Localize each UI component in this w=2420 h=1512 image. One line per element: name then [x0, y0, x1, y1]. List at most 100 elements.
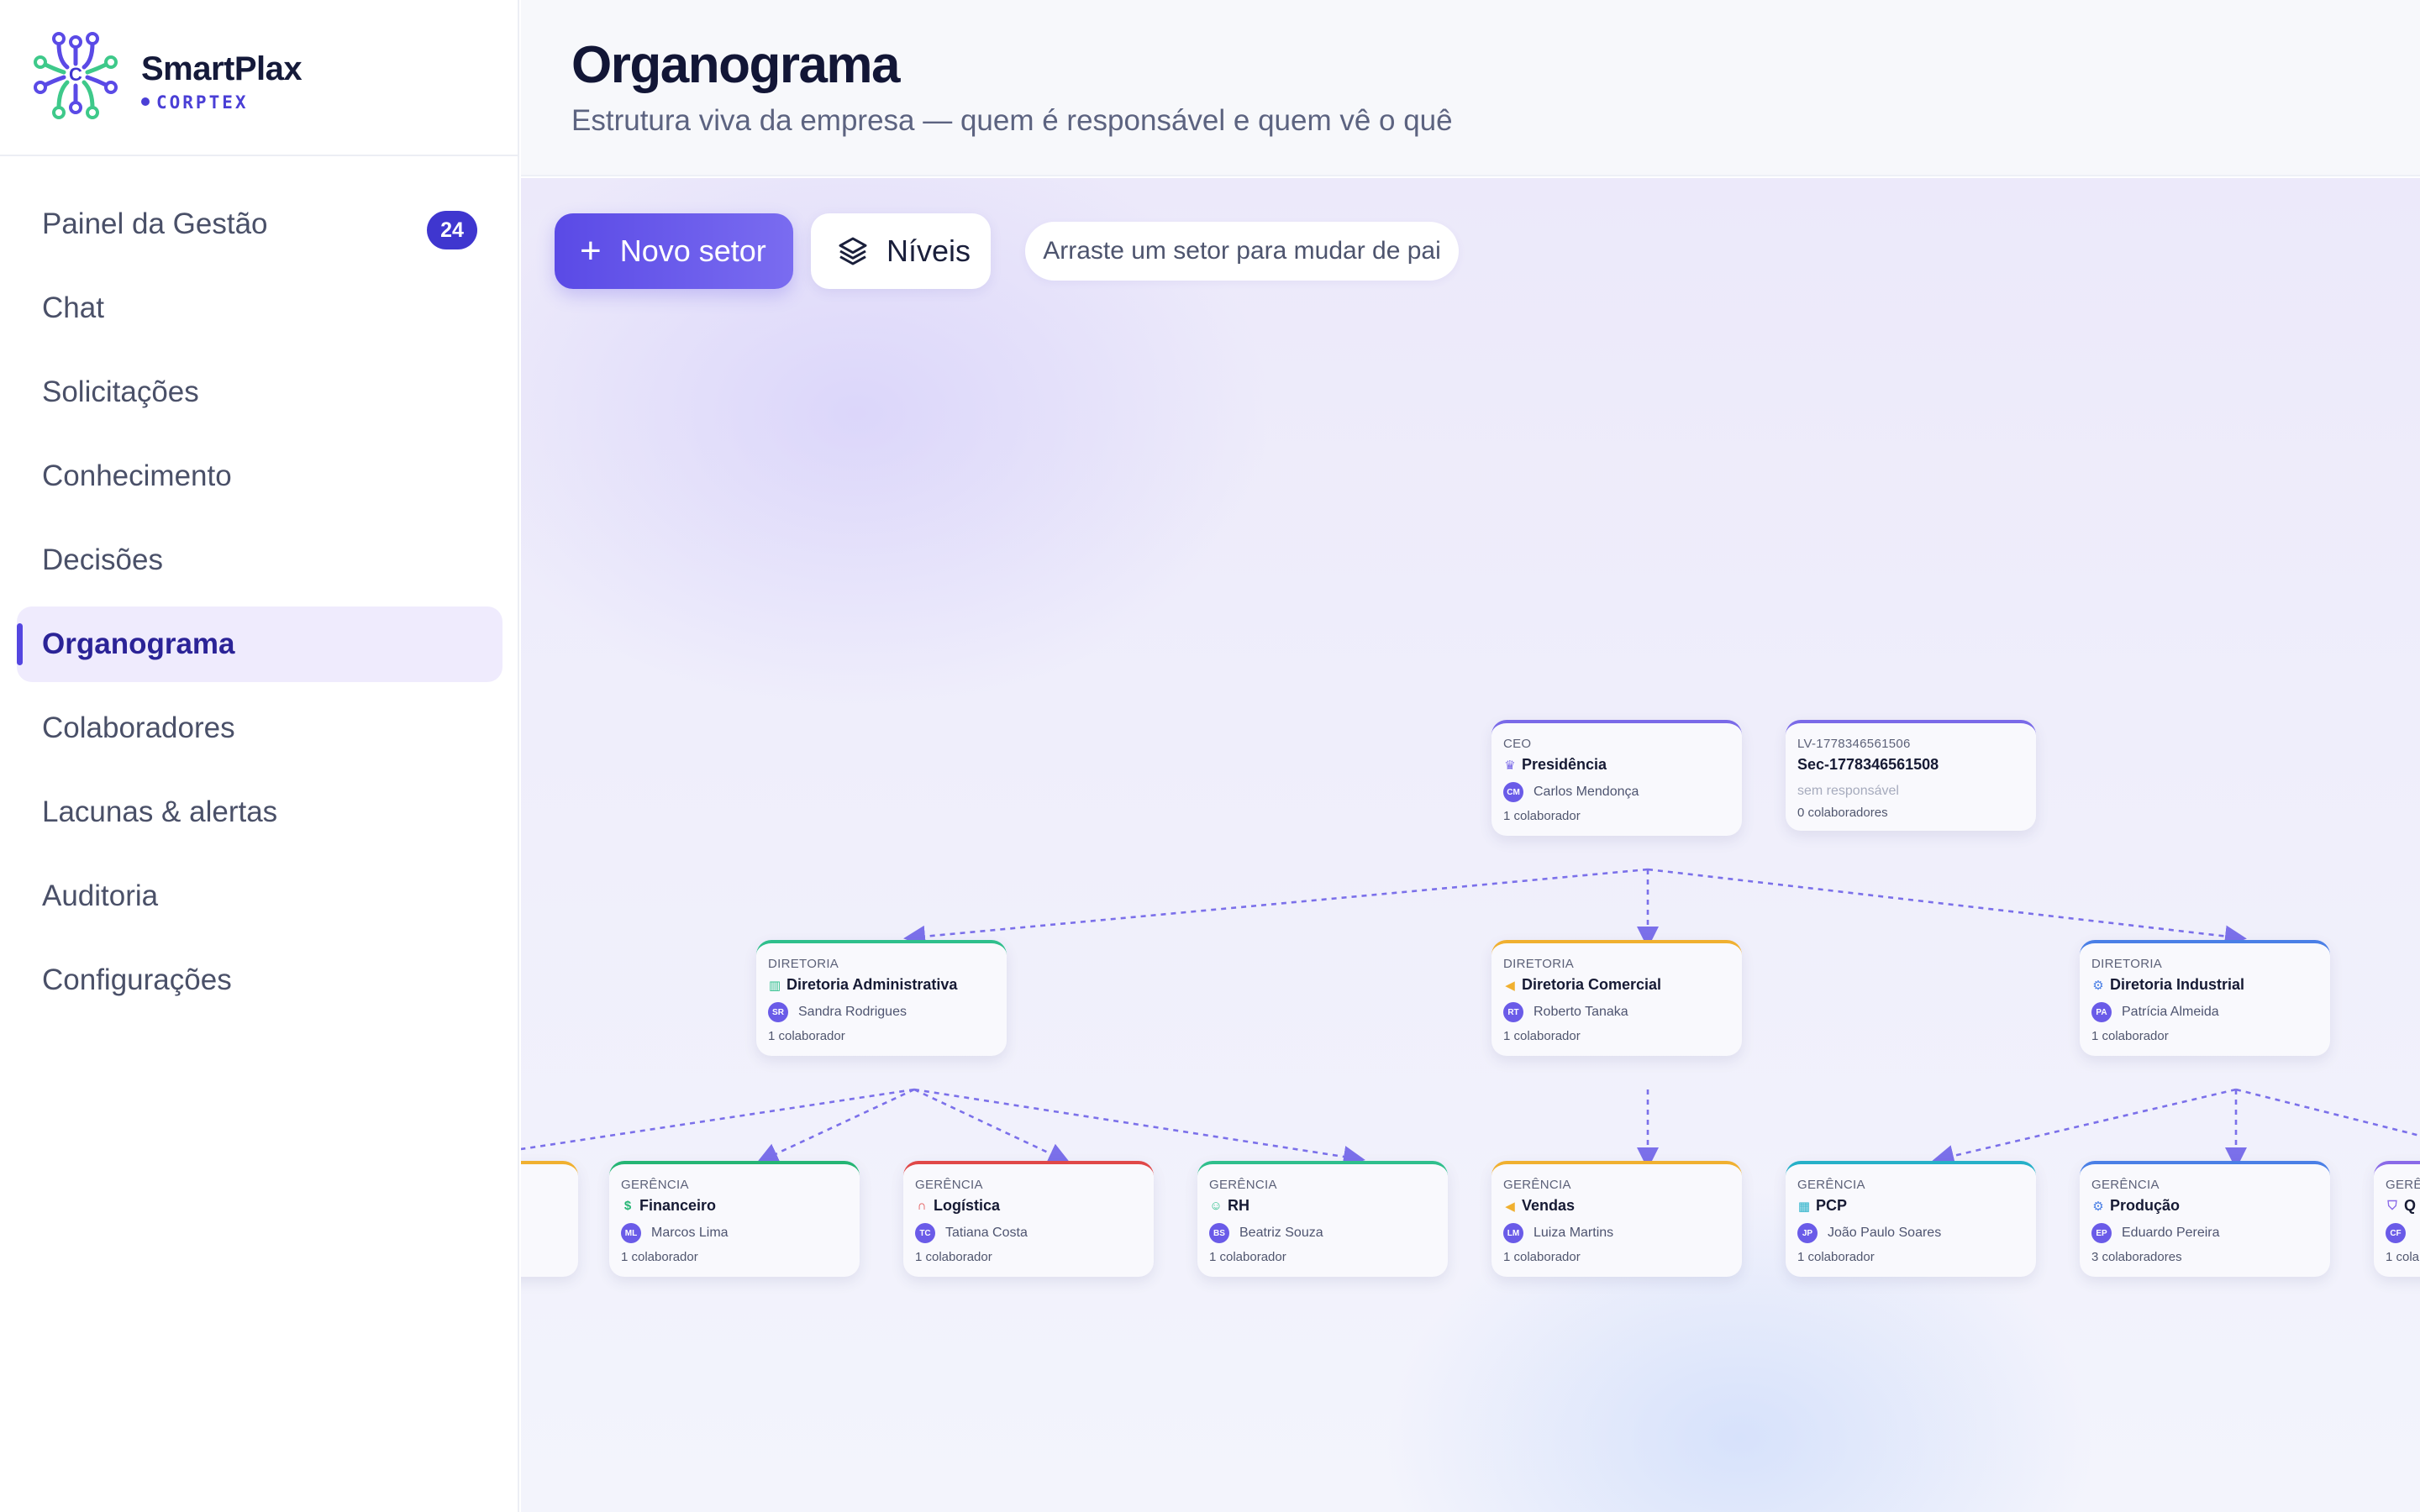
node-level: DIRETORIA	[768, 957, 839, 971]
node-level: GERÊNCIA	[1797, 1178, 1865, 1192]
node-owner-name: Beatriz Souza	[1239, 1226, 1323, 1240]
nav-item-painel[interactable]: Painel da Gestão 24	[17, 186, 502, 262]
node-owner: RT Roberto Tanaka	[1503, 1002, 1730, 1022]
nav-item-solicitacoes[interactable]: Solicitações	[17, 354, 502, 430]
avatar: RT	[1503, 1002, 1523, 1022]
nav-item-label: Conhecimento	[42, 459, 232, 492]
avatar: JP	[1797, 1223, 1818, 1243]
brand[interactable]: C SmartPlax CORPTEX	[0, 0, 519, 156]
edge-industrial-pcp	[1932, 1088, 2237, 1167]
node-owner-name: Carlos Mendonça	[1534, 785, 1639, 799]
node-owner-name: Eduardo Pereira	[2122, 1226, 2220, 1240]
org-node-logistica[interactable]: GERÊNCIA ∩ Logística TC Tatiana Costa 1 co…	[903, 1161, 1154, 1277]
node-owner: PA Patrícia Almeida	[2091, 1002, 2318, 1022]
node-owner-empty: sem responsável	[1797, 784, 1899, 798]
node-owner: CF	[2386, 1223, 2420, 1243]
org-node-presidencia[interactable]: CEO ♛ Presidência CM Carlos Mendonça 1 col…	[1491, 720, 1742, 836]
node-count: 1 colaborador	[1209, 1250, 1286, 1264]
node-owner: CM Carlos Mendonça	[1503, 782, 1730, 802]
nav-item-chat[interactable]: Chat	[17, 270, 502, 346]
node-count: 1 colaborador	[1797, 1250, 1875, 1264]
headset-icon: ∩	[917, 1199, 927, 1213]
main-nav: Painel da Gestão 24 Chat Solicitações Co…	[17, 186, 502, 1026]
node-name-text: Presidência	[1522, 756, 1607, 773]
org-edges	[521, 868, 2420, 1169]
org-node-producao[interactable]: GERÊNCIA ⚙ Produção EP Eduardo Pereira 3 c…	[2080, 1161, 2330, 1277]
node-name: ∩ Logística	[915, 1197, 1142, 1215]
node-count: 1 colaborador	[1503, 809, 1581, 823]
node-level: GERÊNCIA	[1209, 1178, 1277, 1192]
cog-icon: ⚙	[2092, 978, 2104, 993]
org-node-rh[interactable]: GERÊNCIA ☺ RH BS Beatriz Souza 1 colaborad…	[1197, 1161, 1448, 1277]
page-title: Organograma	[571, 36, 901, 94]
node-name-text: Diretoria Comercial	[1522, 976, 1662, 993]
node-name: ◀ Vendas	[1503, 1197, 1730, 1215]
nav-item-colaboradores[interactable]: Colaboradores	[17, 690, 502, 766]
node-owner: SR Sandra Rodrigues	[768, 1002, 995, 1022]
nav-item-organograma[interactable]: Organograma	[17, 606, 502, 682]
node-level: GERÊNCIA	[1503, 1178, 1571, 1192]
node-count: 1 colaborador	[915, 1250, 992, 1264]
brand-subname-text: CORPTEX	[156, 92, 249, 113]
nav-item-conhecimento[interactable]: Conhecimento	[17, 438, 502, 514]
node-name-text: Diretoria Industrial	[2110, 976, 2245, 993]
nav-item-configuracoes[interactable]: Configurações	[17, 942, 502, 1018]
edge-presidencia-industrial	[1647, 868, 2247, 948]
node-level: DIRETORIA	[1503, 957, 1575, 971]
org-node-vendas[interactable]: GERÊNCIA ◀ Vendas LM Luiza Martins 1 colab…	[1491, 1161, 1742, 1277]
org-node-diretoria-administrativa[interactable]: DIRETORIA ▥ Diretoria Administrativa SR Sa…	[756, 940, 1007, 1056]
nav-item-lacunas[interactable]: Lacunas & alertas	[17, 774, 502, 850]
node-name-text: Diretoria Administrativa	[786, 976, 958, 993]
nav-item-label: Colaboradores	[42, 711, 235, 744]
avatar: BS	[1209, 1223, 1229, 1243]
avatar: ML	[621, 1223, 641, 1243]
node-name: Sec-1778346561508	[1797, 756, 2024, 774]
nav-item-label: Decisões	[42, 543, 163, 576]
node-owner: JP João Paulo Soares	[1797, 1223, 2024, 1243]
node-name: ◀ Diretoria Comercial	[1503, 976, 1730, 994]
node-name-text: Logística	[934, 1197, 1001, 1214]
shield-icon: ⛉	[2387, 1199, 2397, 1213]
nav-item-label: Chat	[42, 291, 104, 324]
node-count: 1 colaborador	[2091, 1029, 2169, 1043]
megaphone-icon: ◀	[1505, 978, 1515, 993]
nav-item-auditoria[interactable]: Auditoria	[17, 858, 502, 934]
crown-icon: ♛	[1504, 758, 1516, 773]
brand-dot-icon	[141, 97, 150, 106]
node-name-text: Sec-1778346561508	[1797, 756, 1939, 773]
node-name: ⛉ Q	[2386, 1197, 2420, 1215]
megaphone-icon: ◀	[1505, 1199, 1515, 1214]
org-node-pcp[interactable]: GERÊNCIA ▦ PCP JP João Paulo Soares 1 cola…	[1786, 1161, 2036, 1277]
org-node-diretoria-industrial[interactable]: DIRETORIA ⚙ Diretoria Industrial PA Patríc…	[2080, 940, 2330, 1056]
factory-icon: ▦	[1797, 1199, 1811, 1214]
node-owner: TC Tatiana Costa	[915, 1223, 1142, 1243]
nav-item-decisoes[interactable]: Decisões	[17, 522, 502, 598]
org-node-offscreen[interactable]	[521, 1161, 578, 1277]
node-name: ▥ Diretoria Administrativa	[768, 976, 995, 994]
node-owner-name: Roberto Tanaka	[1534, 1005, 1628, 1019]
node-count: 3 colaboradores	[2091, 1250, 2182, 1264]
node-count: 0 colaboradores	[1797, 806, 1888, 820]
edge-presidencia-admin	[903, 868, 1649, 948]
org-node-sec[interactable]: LV-1778346561506 Sec-1778346561508 sem r…	[1786, 720, 2036, 831]
nav-item-label: Lacunas & alertas	[42, 795, 278, 828]
org-node-diretoria-comercial[interactable]: DIRETORIA ◀ Diretoria Comercial RT Roberto…	[1491, 940, 1742, 1056]
org-node-qualidade[interactable]: GERÊ ⛉ Q CF 1 cola	[2374, 1161, 2420, 1277]
nav-item-label: Auditoria	[42, 879, 159, 912]
node-level: GERÊ	[2386, 1178, 2420, 1192]
org-chart-canvas[interactable]: + Novo setor Níveis Arraste um setor par…	[521, 178, 2420, 1512]
nav-item-label: Solicitações	[42, 375, 199, 408]
nav-item-label: Organograma	[42, 627, 235, 660]
node-name-text: Vendas	[1522, 1197, 1576, 1214]
nav-item-label: Configurações	[42, 963, 232, 996]
node-count: 1 cola	[2386, 1250, 2420, 1264]
dollar-icon: $	[623, 1199, 632, 1213]
edge-admin-rh	[913, 1088, 1365, 1168]
org-node-financeiro[interactable]: GERÊNCIA $ Financeiro ML Marcos Lima 1 col…	[609, 1161, 860, 1277]
node-count: 1 colaborador	[1503, 1029, 1581, 1043]
edge-admin-offscreen	[521, 1088, 915, 1151]
node-name: ⚙ Diretoria Industrial	[2091, 976, 2318, 994]
nav-item-label: Painel da Gestão	[42, 207, 268, 240]
node-level: GERÊNCIA	[915, 1178, 983, 1192]
node-level: LV-1778346561506	[1797, 737, 1911, 751]
